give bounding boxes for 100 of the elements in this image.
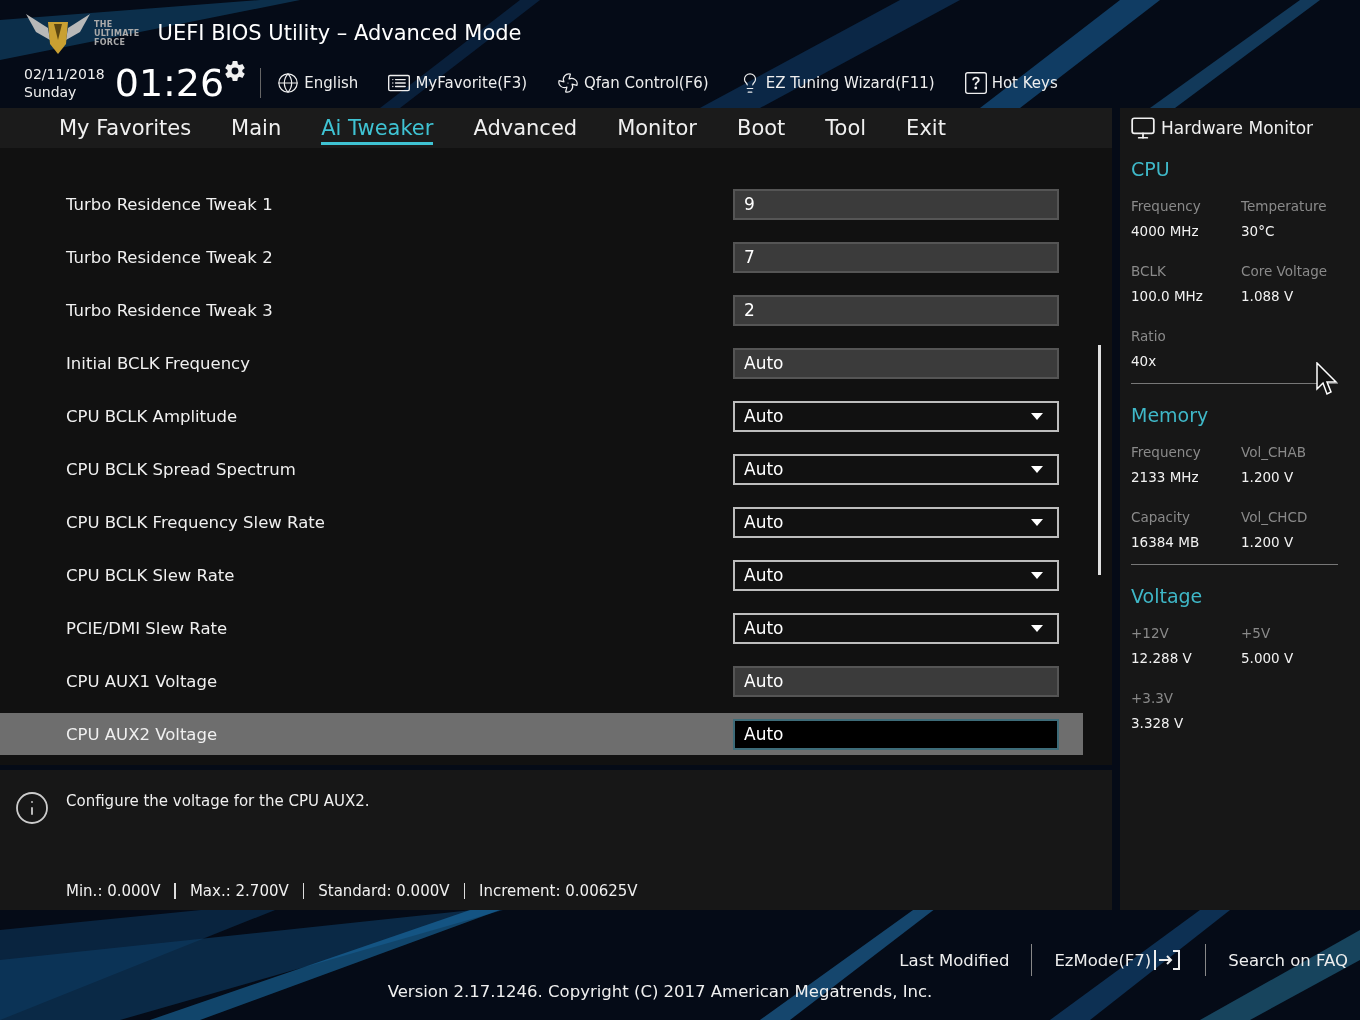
reading-value: 2133 MHz — [1131, 469, 1200, 485]
setting-label: CPU BCLK Slew Rate — [65, 565, 236, 585]
input-field[interactable]: 7 — [733, 241, 1059, 273]
reading-value: 3.328 V — [1131, 715, 1185, 731]
reading-value: 4000 MHz — [1131, 223, 1200, 239]
mouse-pointer-icon — [1316, 362, 1338, 396]
input-field[interactable]: 2 — [733, 294, 1059, 326]
setting-label: CPU AUX2 Voltage — [65, 724, 219, 744]
reading-label: Vol_CHAB — [1241, 444, 1308, 460]
setting-row[interactable]: Initial BCLK Frequency Auto — [0, 342, 1083, 384]
reading-label: Frequency — [1131, 444, 1202, 460]
menu-tab[interactable]: Main — [231, 111, 282, 145]
reading-value: 1.200 V — [1241, 534, 1295, 550]
setting-label: CPU BCLK Spread Spectrum — [65, 459, 297, 479]
dropdown-field[interactable]: Auto — [733, 559, 1059, 591]
fan-icon — [557, 72, 580, 94]
toolbar-button[interactable]: Hot Keys — [964, 72, 1058, 94]
reading-value: 100.0 MHz — [1131, 288, 1204, 304]
toolbar-button[interactable]: MyFavorite(F3) — [388, 72, 528, 94]
setting-row[interactable]: CPU BCLK Frequency Slew Rate Auto — [0, 501, 1083, 543]
date-text: 02/11/2018 — [24, 65, 105, 83]
setting-row[interactable]: CPU AUX1 Voltage Auto — [0, 660, 1083, 702]
footer-button[interactable]: Search on FAQ — [1228, 950, 1348, 970]
setting-label: CPU BCLK Amplitude — [65, 406, 239, 426]
menu-tab[interactable]: Tool — [825, 111, 867, 145]
limit-text: Min.: 0.000V — [66, 882, 161, 900]
menu-tab[interactable]: My Favorites — [59, 111, 192, 145]
reading-value: 30°C — [1241, 223, 1276, 239]
caret-icon — [1031, 624, 1043, 632]
reading-value: 1.200 V — [1241, 469, 1295, 485]
monitor-icon — [1130, 115, 1156, 141]
info-icon — [14, 790, 50, 826]
setting-label: Initial BCLK Frequency — [65, 353, 251, 373]
reading-value: 5.000 V — [1241, 650, 1295, 666]
limit-text: Max.: 2.700V — [189, 882, 289, 900]
section-title: Voltage — [1131, 585, 1204, 607]
menu-tab[interactable]: Boot — [736, 111, 786, 145]
reading-value: 1.088 V — [1241, 288, 1295, 304]
input-field[interactable]: Auto — [733, 665, 1059, 697]
logo-text: ULTIMATE — [94, 28, 140, 38]
caret-icon — [1031, 412, 1043, 420]
reading-value: 12.288 V — [1131, 650, 1193, 666]
toolbar-button[interactable]: Qfan Control(F6) — [557, 72, 709, 94]
footer-button[interactable]: EzMode(F7) — [1054, 948, 1184, 972]
caret-icon — [1031, 571, 1043, 579]
setting-label: CPU BCLK Frequency Slew Rate — [65, 512, 326, 532]
toolbar-button[interactable]: EZ Tuning Wizard(F11) — [738, 72, 935, 94]
setting-label: Turbo Residence Tweak 1 — [65, 194, 274, 214]
reading-label: Vol_CHCD — [1241, 509, 1309, 525]
section-title: CPU — [1131, 158, 1171, 180]
menu-tab[interactable]: Exit — [906, 111, 946, 145]
version-text: Version 2.17.1246. Copyright (C) 2017 American Megatrends, Inc. — [387, 982, 933, 1001]
reading-value: 40x — [1131, 353, 1158, 369]
toolbar-button[interactable]: English — [277, 72, 359, 94]
caret-icon — [1031, 465, 1043, 473]
setting-row[interactable]: Turbo Residence Tweak 3 2 — [0, 289, 1083, 331]
logo-text: THE — [94, 19, 114, 29]
setting-row[interactable]: CPU BCLK Amplitude Auto — [0, 395, 1083, 437]
logo-text: FORCE — [94, 37, 127, 47]
reading-label: Ratio — [1131, 328, 1167, 344]
setting-row[interactable]: PCIE/DMI Slew Rate Auto — [0, 607, 1083, 649]
question-icon — [964, 72, 987, 94]
dropdown-field[interactable]: Auto — [733, 453, 1059, 485]
setting-label: CPU AUX1 Voltage — [65, 671, 219, 691]
section-title: Memory — [1131, 404, 1210, 426]
globe-icon — [277, 72, 300, 94]
caret-icon — [1031, 518, 1043, 526]
input-field[interactable]: Auto — [733, 718, 1059, 750]
dropdown-field[interactable]: Auto — [733, 506, 1059, 538]
menu-tab[interactable]: Monitor — [617, 111, 697, 145]
reading-label: Capacity — [1131, 509, 1191, 525]
settings-icon[interactable] — [224, 60, 247, 82]
clock-time: 01:26 — [114, 63, 225, 103]
setting-row[interactable]: CPU AUX2 Voltage Auto — [0, 713, 1083, 755]
setting-row[interactable]: CPU BCLK Slew Rate Auto — [0, 554, 1083, 596]
list-icon — [388, 72, 411, 94]
scrollbar[interactable] — [1098, 345, 1101, 575]
reading-value: 16384 MB — [1131, 534, 1201, 550]
setting-row[interactable]: Turbo Residence Tweak 1 9 — [0, 183, 1083, 225]
dropdown-field[interactable]: Auto — [733, 400, 1059, 432]
setting-row[interactable]: CPU BCLK Spread Spectrum Auto — [0, 448, 1083, 490]
footer-button[interactable]: Last Modified — [899, 950, 1010, 970]
limit-text: Increment: 0.00625V — [479, 882, 638, 900]
setting-label: PCIE/DMI Slew Rate — [65, 618, 229, 638]
reading-label: +12V — [1131, 625, 1170, 641]
help-text: Configure the voltage for the CPU AUX2. — [66, 792, 371, 810]
menu-tab[interactable]: Advanced — [473, 111, 578, 145]
day-text: Sunday — [24, 83, 78, 101]
setting-row[interactable]: Turbo Residence Tweak 2 7 — [0, 236, 1083, 278]
reading-label: Temperature — [1241, 198, 1328, 214]
input-field[interactable]: 9 — [733, 188, 1059, 220]
setting-label: Turbo Residence Tweak 3 — [65, 300, 274, 320]
reading-label: Frequency — [1131, 198, 1202, 214]
limit-text: Standard: 0.000V — [318, 882, 450, 900]
reading-label: +5V — [1241, 625, 1272, 641]
dropdown-field[interactable]: Auto — [733, 612, 1059, 644]
menu-tab[interactable]: Ai Tweaker — [321, 111, 434, 145]
reading-label: BCLK — [1131, 263, 1167, 279]
setting-label: Turbo Residence Tweak 2 — [65, 247, 274, 267]
input-field[interactable]: Auto — [733, 347, 1059, 379]
